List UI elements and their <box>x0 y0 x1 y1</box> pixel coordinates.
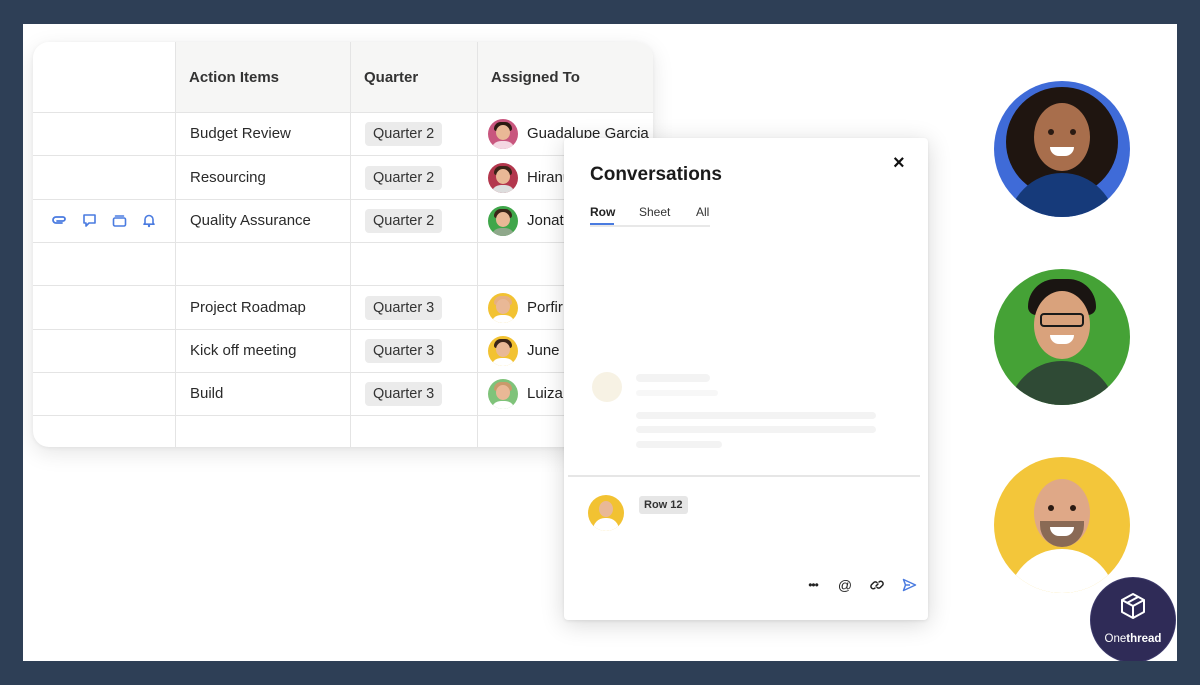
table-row[interactable]: Budget Review Quarter 2 Guadalupe Garcia <box>33 112 653 156</box>
quarter-cell[interactable] <box>351 416 478 447</box>
tab-row[interactable]: Row <box>590 205 615 219</box>
comment-icon[interactable] <box>81 213 97 229</box>
quarter-chip: Quarter 2 <box>365 165 443 190</box>
table-row[interactable]: Quality Assurance Quarter 2 Jonat <box>33 199 653 243</box>
onethread-logo: Onethread <box>1090 577 1176 661</box>
row-actions-cell <box>33 199 176 242</box>
assignee-name: Porfir <box>527 299 563 316</box>
action-item-cell[interactable] <box>176 242 351 285</box>
avatar <box>488 378 518 409</box>
proof-icon[interactable] <box>111 213 127 229</box>
quarter-cell[interactable]: Quarter 2 <box>351 112 478 155</box>
row-actions-cell <box>33 156 176 199</box>
header-blank-cell <box>33 42 176 112</box>
logo-mark-icon <box>1121 593 1145 619</box>
placeholder-line <box>636 426 876 433</box>
logo-word-light: One <box>1104 633 1127 645</box>
assignee-name: Jonat <box>527 212 564 229</box>
placeholder-line <box>636 390 718 396</box>
avatar <box>488 335 518 366</box>
header-action-items[interactable]: Action Items <box>176 42 351 112</box>
quarter-cell[interactable]: Quarter 3 <box>351 286 478 329</box>
person-avatar-3 <box>994 457 1130 593</box>
glasses <box>1040 313 1084 327</box>
row-actions-cell <box>33 329 176 372</box>
quarter-chip: Quarter 3 <box>365 338 443 363</box>
attachment-icon[interactable] <box>51 213 67 229</box>
action-item-cell[interactable]: Quality Assurance <box>176 199 351 242</box>
placeholder-line <box>636 441 722 448</box>
sheet-grid: Action Items Quarter Assigned To Budget … <box>33 42 653 447</box>
logo-word-bold: thread <box>1126 633 1162 645</box>
avatar <box>488 162 518 193</box>
table-row[interactable] <box>33 416 653 447</box>
quarter-chip: Quarter 2 <box>365 121 443 146</box>
tab-all[interactable]: All <box>696 205 709 219</box>
action-item-cell[interactable]: Project Roadmap <box>176 286 351 329</box>
mention-icon[interactable]: @ <box>836 576 854 594</box>
table-row[interactable]: Project Roadmap Quarter 3 Porfir <box>33 286 653 330</box>
conversation-tabs: Row Sheet All <box>590 205 710 227</box>
header-row: Action Items Quarter Assigned To <box>33 42 653 113</box>
quarter-cell[interactable]: Quarter 2 <box>351 199 478 242</box>
action-item-cell[interactable]: Resourcing <box>176 156 351 199</box>
quarter-cell[interactable] <box>351 242 478 285</box>
row-actions-cell <box>33 372 176 415</box>
active-tab-indicator <box>590 223 614 225</box>
action-item-cell[interactable] <box>176 416 351 447</box>
row-actions-cell <box>33 286 176 329</box>
logo-wordmark: Onethread <box>1091 633 1175 645</box>
quarter-chip: Quarter 2 <box>365 208 443 233</box>
action-item-cell[interactable]: Kick off meeting <box>176 329 351 372</box>
person-avatar-1 <box>994 81 1130 217</box>
quarter-chip: Quarter 3 <box>365 381 443 406</box>
table-row[interactable] <box>33 242 653 286</box>
assignee-name: Luiza <box>527 385 563 402</box>
quarter-cell[interactable]: Quarter 2 <box>351 156 478 199</box>
placeholder-line <box>636 412 876 419</box>
send-icon[interactable] <box>900 576 918 594</box>
screenshot-frame: Action Items Quarter Assigned To Budget … <box>23 24 1177 661</box>
tab-sheet[interactable]: Sheet <box>639 205 670 219</box>
row-actions-cell <box>33 242 176 285</box>
avatar <box>488 292 518 323</box>
table-row[interactable]: Build Quarter 3 Luiza <box>33 372 653 416</box>
reminder-icon[interactable] <box>141 213 157 229</box>
header-assigned-to[interactable]: Assigned To <box>478 42 653 112</box>
header-quarter[interactable]: Quarter <box>351 42 478 112</box>
conversations-panel: Conversations × Row Sheet All Row 12 •••… <box>564 138 928 620</box>
quarter-chip: Quarter 3 <box>365 295 443 320</box>
placeholder-line <box>636 374 710 382</box>
quarter-cell[interactable]: Quarter 3 <box>351 372 478 415</box>
avatar <box>488 118 518 149</box>
assignee-name: June <box>527 342 560 359</box>
row-actions-cell <box>33 416 176 447</box>
composer-avatar <box>588 495 624 531</box>
person-avatar-2 <box>994 269 1130 405</box>
row-reference-tag: Row 12 <box>639 496 688 514</box>
panel-title: Conversations <box>590 164 722 185</box>
action-item-cell[interactable]: Budget Review <box>176 112 351 155</box>
quarter-cell[interactable]: Quarter 3 <box>351 329 478 372</box>
close-icon[interactable]: × <box>893 152 905 175</box>
more-icon[interactable]: ••• <box>804 576 822 594</box>
action-item-cell[interactable]: Build <box>176 372 351 415</box>
row-actions-cell <box>33 112 176 155</box>
placeholder-avatar <box>592 372 622 402</box>
avatar <box>488 205 518 236</box>
link-icon[interactable] <box>868 576 886 594</box>
table-row[interactable]: Resourcing Quarter 2 Hiranu <box>33 156 653 200</box>
panel-divider <box>568 475 920 477</box>
table-row[interactable]: Kick off meeting Quarter 3 June <box>33 329 653 373</box>
composer-toolbar: ••• @ <box>804 576 918 594</box>
